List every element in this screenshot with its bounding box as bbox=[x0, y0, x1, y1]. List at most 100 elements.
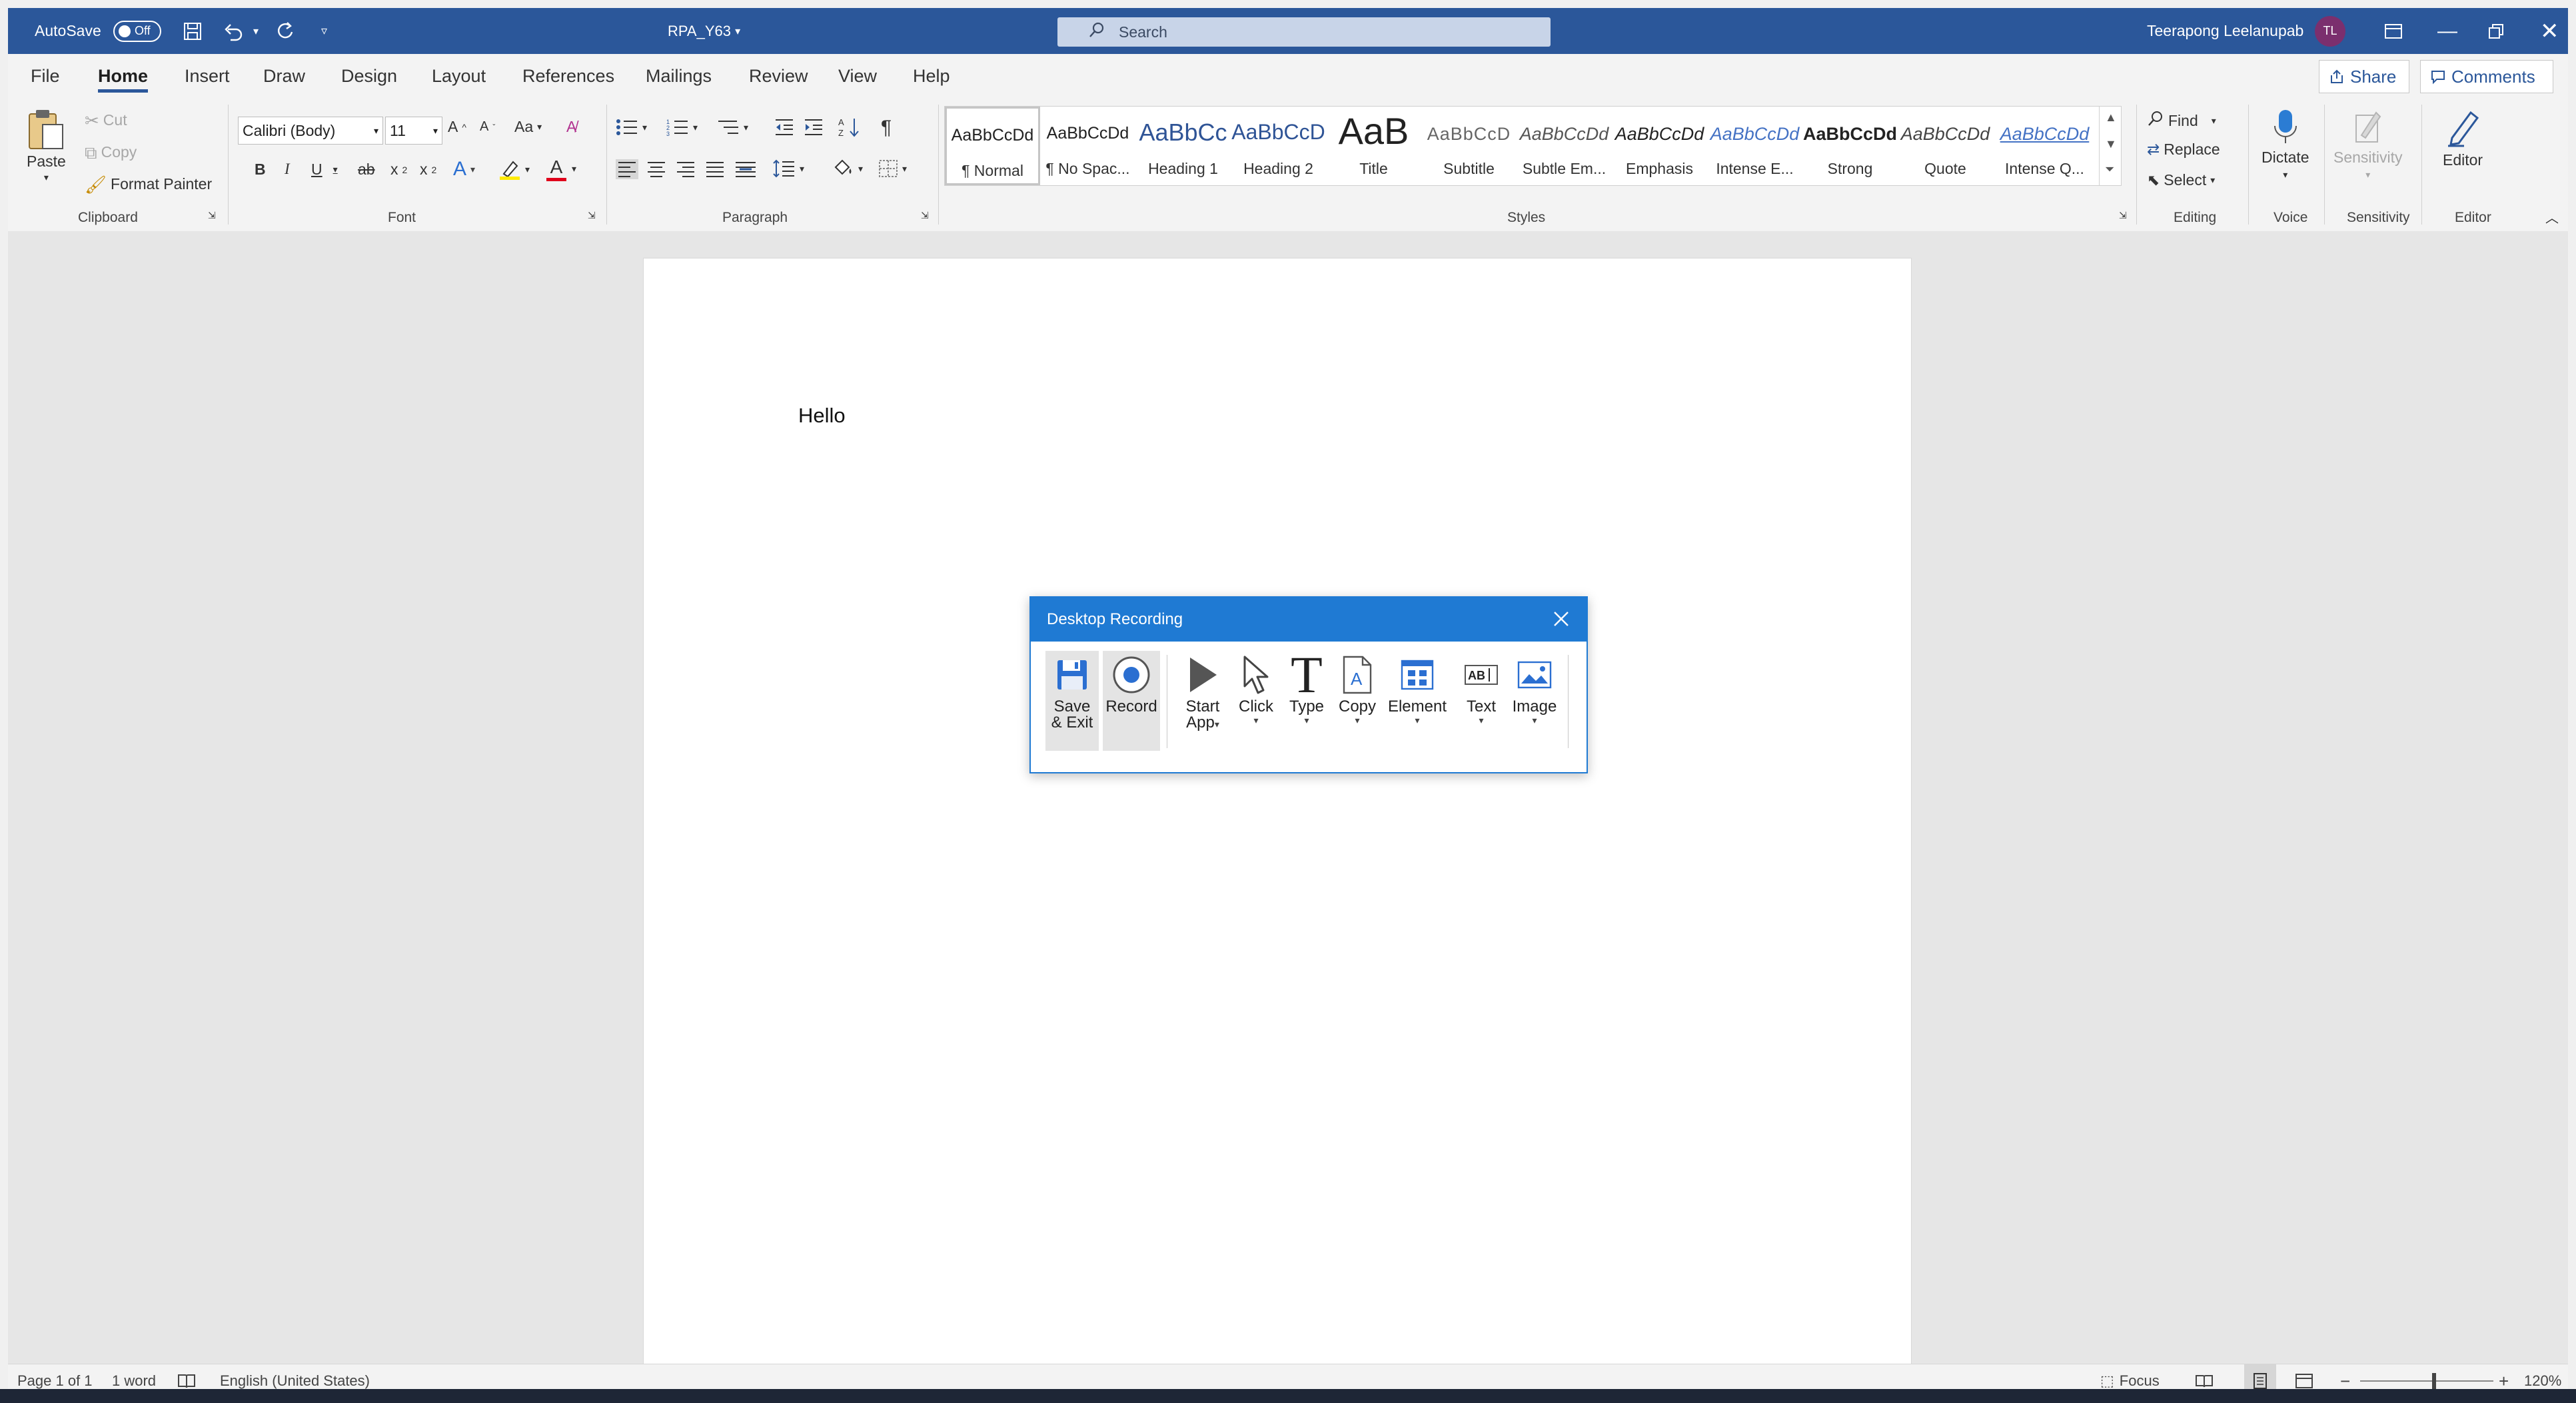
document-page[interactable]: Hello bbox=[643, 258, 1912, 1392]
font-color-icon[interactable]: A bbox=[546, 157, 566, 181]
text-button[interactable]: AB Text ▾ bbox=[1455, 651, 1508, 751]
share-button[interactable]: Share bbox=[2319, 60, 2409, 93]
subscript-button[interactable]: x2 bbox=[390, 161, 407, 179]
tab-home[interactable]: Home bbox=[98, 54, 149, 98]
customize-qat-icon[interactable]: ▿ bbox=[321, 8, 327, 54]
record-button[interactable]: Record bbox=[1103, 651, 1160, 751]
gallery-up-icon[interactable]: ▲ bbox=[2105, 111, 2117, 125]
font-size-box[interactable]: 11 ▾ bbox=[385, 117, 442, 145]
paste-button[interactable]: Paste ▾ bbox=[27, 109, 66, 183]
save-exit-button[interactable]: Save & Exit bbox=[1045, 651, 1099, 751]
undo-dropdown-icon[interactable]: ▾ bbox=[253, 8, 259, 54]
cut-button[interactable]: ✂ Cut bbox=[85, 111, 127, 129]
format-painter-button[interactable]: 🖌 Format Painter bbox=[85, 175, 212, 193]
style-intense-quote[interactable]: AaBbCcDd Intense Q... bbox=[1993, 107, 2096, 185]
font-name-box[interactable]: Calibri (Body) ▾ bbox=[238, 117, 383, 145]
align-center-icon[interactable] bbox=[646, 161, 666, 178]
restore-icon[interactable] bbox=[2488, 8, 2504, 54]
style-title[interactable]: AaB Title bbox=[1326, 107, 1421, 185]
style-subtitle[interactable]: AaBbCcD Subtitle bbox=[1421, 107, 1517, 185]
tab-insert[interactable]: Insert bbox=[185, 54, 230, 98]
avatar[interactable]: TL bbox=[2315, 8, 2345, 54]
increase-indent-icon[interactable] bbox=[804, 118, 824, 137]
select-button[interactable]: ⬉ Select ▾ bbox=[2147, 171, 2215, 189]
tab-design[interactable]: Design bbox=[341, 54, 397, 98]
dictate-button[interactable]: Dictate ▾ bbox=[2261, 109, 2309, 181]
redo-icon[interactable] bbox=[275, 8, 296, 54]
bold-button[interactable]: B bbox=[255, 161, 266, 179]
tab-help[interactable]: Help bbox=[913, 54, 950, 98]
line-spacing-icon[interactable]: ▾ bbox=[773, 159, 804, 178]
click-button[interactable]: Click ▾ bbox=[1229, 651, 1283, 751]
style-no-spacing[interactable]: AaBbCcDd ¶ No Spac... bbox=[1040, 107, 1135, 185]
multilevel-list-icon[interactable]: ▾ bbox=[717, 118, 748, 137]
sensitivity-button[interactable]: Sensitivity ▾ bbox=[2333, 109, 2403, 181]
autosave-toggle[interactable]: Off bbox=[113, 8, 161, 54]
justify-icon[interactable] bbox=[705, 161, 725, 178]
style-subtle-emphasis[interactable]: AaBbCcDd Subtle Em... bbox=[1517, 107, 1612, 185]
clear-formatting-icon[interactable]: A̸ bbox=[566, 118, 576, 136]
highlight-color-icon[interactable]: ▾ bbox=[498, 158, 530, 181]
style-heading-2[interactable]: AaBbCcD Heading 2 bbox=[1231, 107, 1326, 185]
comments-button[interactable]: Comments bbox=[2420, 60, 2553, 93]
distributed-icon[interactable] bbox=[734, 161, 757, 178]
zoom-slider-thumb[interactable] bbox=[2432, 1373, 2436, 1389]
style-heading-1[interactable]: AaBbCc Heading 1 bbox=[1135, 107, 1231, 185]
start-app-button[interactable]: Start App▾ bbox=[1176, 651, 1229, 751]
document-text[interactable]: Hello bbox=[798, 404, 846, 428]
style-strong[interactable]: AaBbCcDd Strong bbox=[1802, 107, 1898, 185]
close-window-icon[interactable]: ✕ bbox=[2540, 8, 2559, 54]
type-button[interactable]: T Type ▾ bbox=[1280, 649, 1333, 751]
replace-button[interactable]: ⇄ Replace bbox=[2147, 141, 2220, 159]
copy-button[interactable]: ⧉ Copy bbox=[85, 143, 137, 161]
dialog-header[interactable]: Desktop Recording bbox=[1031, 598, 1587, 642]
undo-icon[interactable] bbox=[223, 8, 244, 54]
tab-references[interactable]: References bbox=[522, 54, 614, 98]
tab-view[interactable]: View bbox=[838, 54, 877, 98]
tab-mailings[interactable]: Mailings bbox=[646, 54, 712, 98]
search-box[interactable]: Search bbox=[1057, 17, 1551, 47]
strikethrough-button[interactable]: ab bbox=[358, 161, 375, 179]
superscript-button[interactable]: x2 bbox=[420, 161, 436, 179]
show-formatting-icon[interactable]: ¶ bbox=[881, 117, 892, 139]
shading-icon[interactable]: ▾ bbox=[832, 158, 863, 179]
save-icon[interactable] bbox=[183, 8, 203, 54]
font-launcher-icon[interactable]: ⇲ bbox=[588, 210, 596, 221]
copy-tool-button[interactable]: A Copy ▾ bbox=[1331, 651, 1384, 751]
style-normal[interactable]: AaBbCcDd ¶ Normal bbox=[945, 107, 1040, 185]
text-effects-icon[interactable]: A ▾ bbox=[453, 158, 475, 181]
gallery-down-icon[interactable]: ▼ bbox=[2105, 137, 2117, 151]
document-title[interactable]: RPA_Y63 ▾ bbox=[668, 8, 740, 54]
paragraph-launcher-icon[interactable]: ⇲ bbox=[921, 210, 929, 221]
image-button[interactable]: Image ▾ bbox=[1508, 651, 1561, 751]
underline-button[interactable]: U ▾ bbox=[311, 161, 338, 179]
font-color-dropdown-icon[interactable]: ▾ bbox=[572, 163, 576, 175]
borders-icon[interactable]: ▾ bbox=[878, 159, 907, 178]
bullets-icon[interactable]: ▾ bbox=[616, 118, 647, 137]
minimize-icon[interactable]: — bbox=[2437, 8, 2457, 54]
tab-draw[interactable]: Draw bbox=[263, 54, 305, 98]
tab-review[interactable]: Review bbox=[749, 54, 808, 98]
user-name[interactable]: Teerapong Leelanupab bbox=[2147, 8, 2303, 54]
find-button[interactable]: Find ▾ bbox=[2147, 110, 2216, 131]
align-left-icon[interactable] bbox=[616, 159, 638, 179]
style-intense-emphasis[interactable]: AaBbCcDd Intense E... bbox=[1707, 107, 1802, 185]
editor-button[interactable]: Editor bbox=[2443, 109, 2483, 169]
close-icon[interactable] bbox=[1551, 608, 1572, 630]
gallery-more-icon[interactable]: ⏷ bbox=[2105, 163, 2114, 177]
element-button[interactable]: Element ▾ bbox=[1384, 651, 1451, 751]
align-right-icon[interactable] bbox=[676, 161, 696, 178]
italic-button[interactable]: I bbox=[285, 161, 290, 178]
shrink-font-button[interactable]: Aˇ bbox=[480, 119, 495, 135]
decrease-indent-icon[interactable] bbox=[774, 118, 794, 137]
sort-icon[interactable]: AZ bbox=[838, 117, 861, 138]
tab-layout[interactable]: Layout bbox=[432, 54, 486, 98]
tab-file[interactable]: File bbox=[31, 54, 60, 98]
style-emphasis[interactable]: AaBbCcDd Emphasis bbox=[1612, 107, 1707, 185]
grow-font-button[interactable]: A ^ bbox=[448, 118, 466, 136]
ribbon-display-options-icon[interactable] bbox=[2384, 8, 2403, 54]
styles-launcher-icon[interactable]: ⇲ bbox=[2119, 210, 2127, 221]
style-quote[interactable]: AaBbCcDd Quote bbox=[1898, 107, 1993, 185]
change-case-button[interactable]: Aa ▾ bbox=[514, 118, 542, 136]
collapse-ribbon-icon[interactable]: ︿ bbox=[2545, 207, 2559, 227]
